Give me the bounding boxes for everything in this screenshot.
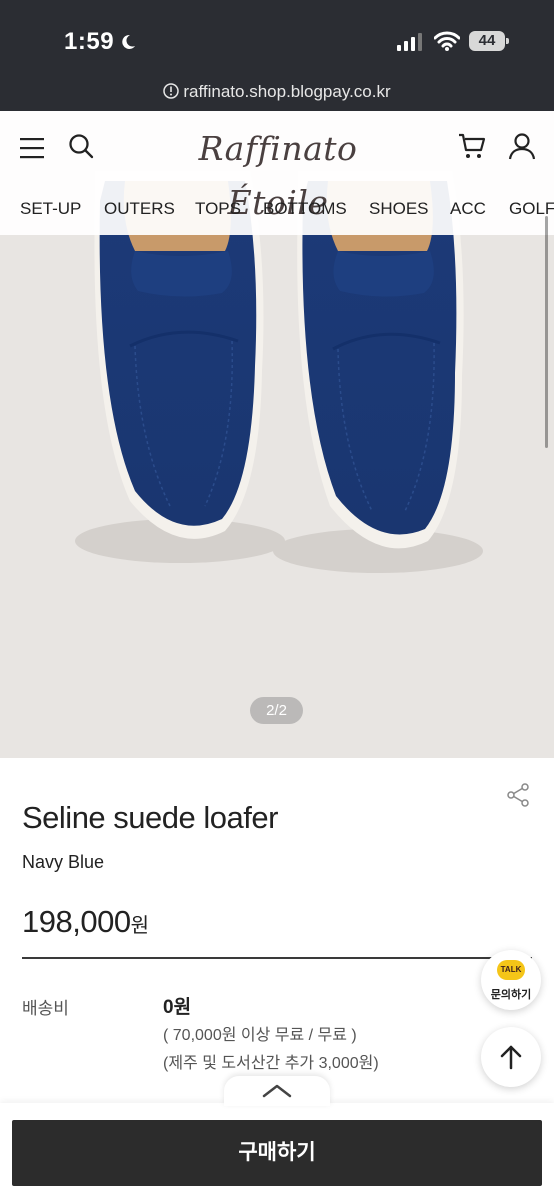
- user-icon[interactable]: [508, 132, 536, 160]
- browser-chrome: 1:59 44 raffinato.shop.blogpay.co.kr: [0, 0, 554, 111]
- search-icon[interactable]: [68, 133, 94, 159]
- nav-item-acc[interactable]: ACC: [450, 199, 486, 219]
- url-bar[interactable]: raffinato.shop.blogpay.co.kr: [0, 82, 554, 108]
- wifi-icon: [434, 31, 460, 51]
- category-nav: SET-UP OUTERS TOPS BOTTOMS SHOES ACC GOL…: [0, 196, 554, 222]
- cart-icon[interactable]: [458, 132, 486, 160]
- gallery-pager: 2/2: [250, 697, 303, 724]
- info-icon: [163, 83, 180, 99]
- kakao-talk-icon: TALK: [497, 960, 525, 980]
- shipping-note-free-threshold: ( 70,000원 이상 무료 / 무료 ): [163, 1027, 357, 1044]
- site-logo[interactable]: Raffinato Étoile: [160, 122, 396, 222]
- battery-icon: 44: [469, 31, 509, 51]
- shipping-fee: 0원: [163, 997, 192, 1018]
- product-color: Navy Blue: [22, 852, 105, 872]
- scroll-to-top-button[interactable]: [481, 1027, 541, 1087]
- nav-item-setup[interactable]: SET-UP: [20, 199, 81, 219]
- inquiry-label: 문의하기: [490, 989, 532, 1001]
- price-value: 198,000: [22, 904, 131, 939]
- price-divider: [22, 957, 532, 959]
- hamburger-menu-icon[interactable]: [20, 137, 44, 159]
- share-icon[interactable]: [506, 783, 530, 807]
- product-title: Seline suede loafer: [22, 800, 278, 835]
- nav-item-shoes[interactable]: SHOES: [369, 199, 429, 219]
- expand-options-handle[interactable]: [224, 1076, 330, 1106]
- nav-item-bottoms[interactable]: BOTTOMS: [263, 199, 347, 219]
- buy-button[interactable]: 구매하기: [12, 1120, 542, 1186]
- moon-icon: [122, 34, 135, 49]
- battery-level: 44: [469, 31, 505, 51]
- arrow-up-icon: [500, 1045, 522, 1070]
- url-text: raffinato.shop.blogpay.co.kr: [183, 82, 391, 101]
- product-price: 198,000원: [22, 904, 149, 940]
- status-time: 1:59: [64, 28, 115, 55]
- price-unit: 원: [130, 915, 149, 937]
- scrollbar[interactable]: [545, 216, 548, 448]
- nav-item-outers[interactable]: OUTERS: [104, 199, 175, 219]
- kakao-talk-inquiry-button[interactable]: TALK 문의하기: [481, 950, 541, 1010]
- nav-item-tops[interactable]: TOPS: [195, 199, 241, 219]
- status-bar: 1:59 44: [0, 0, 554, 80]
- chevron-up-icon: [262, 1084, 292, 1098]
- cellular-signal-icon: [397, 33, 422, 51]
- shipping-label: 배송비: [22, 999, 69, 1018]
- shipping-note-island: (제주 및 도서산간 추가 3,000원): [163, 1055, 379, 1072]
